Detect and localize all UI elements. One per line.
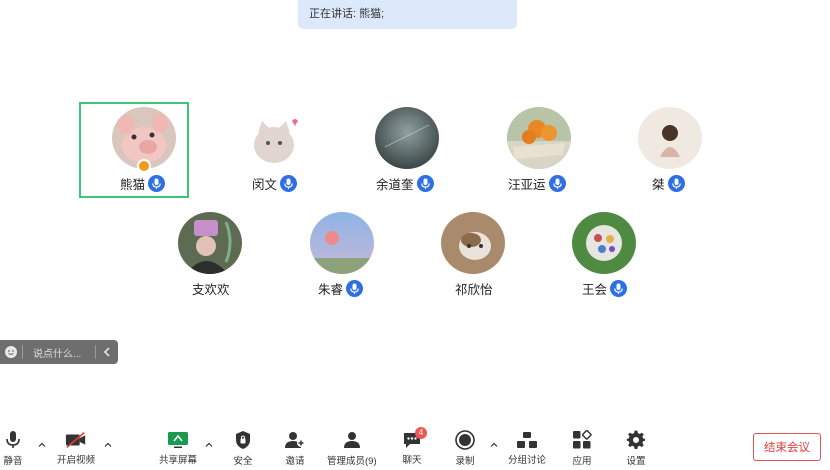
participant-avatar	[310, 212, 374, 274]
share-label: 共享屏幕	[159, 455, 198, 466]
mic-icon	[280, 174, 298, 192]
chat-quick-input[interactable]: 说点什么...	[0, 340, 118, 364]
chevron-up-icon[interactable]	[103, 440, 113, 450]
invite-button[interactable]: 邀请	[284, 430, 306, 467]
security-button[interactable]: 安全	[232, 430, 254, 467]
chevron-left-icon[interactable]	[96, 340, 118, 364]
breakout-rooms-button[interactable]: 分组讨论	[508, 430, 546, 466]
video-button[interactable]: 开启视频	[57, 430, 95, 466]
end-meeting-button[interactable]: 结束会议	[753, 433, 821, 461]
participant-avatar	[441, 212, 505, 274]
breakout-label: 分组讨论	[508, 455, 547, 466]
apps-label: 应用	[572, 456, 592, 467]
apps-button[interactable]: 应用	[571, 430, 593, 467]
participant-name-row: 余道奎	[376, 173, 434, 193]
participant-avatar	[178, 212, 242, 274]
record-button[interactable]: 录制	[454, 430, 476, 467]
participant-name: 余道奎	[376, 177, 414, 192]
chat-icon: 4	[401, 427, 427, 449]
mute-label: 静音	[3, 456, 23, 467]
participant-name: 朱睿	[318, 282, 344, 297]
chat-button[interactable]: 4 聊天	[401, 427, 427, 466]
members-label: 管理成员(9)	[327, 456, 377, 467]
share-screen-button[interactable]: 共享屏幕	[159, 430, 197, 466]
emoji-icon[interactable]	[0, 340, 22, 364]
security-label: 安全	[233, 456, 253, 467]
participant-name-row: 桀	[652, 173, 685, 193]
participant-avatar	[244, 107, 308, 169]
participant-name: 闵文	[252, 177, 278, 192]
participant-avatar	[507, 107, 571, 169]
participant-name: 祁欣怡	[455, 282, 493, 297]
mic-icon	[667, 174, 685, 192]
camera-off-icon	[65, 430, 87, 449]
unread-badge: 4	[415, 427, 427, 439]
host-icon	[137, 159, 151, 173]
speaking-banner: 正在讲话: 熊猫;	[298, 0, 517, 29]
mic-icon	[548, 174, 566, 192]
chevron-up-icon[interactable]	[204, 440, 214, 450]
participant-name-row: 闵文	[252, 173, 298, 193]
chevron-up-icon[interactable]	[37, 440, 47, 450]
participant-name-row: 朱睿	[318, 278, 364, 298]
participant-name-row: 王会	[582, 278, 628, 298]
shield-icon	[232, 430, 254, 450]
participant-name: 熊猫	[120, 177, 146, 192]
apps-icon	[571, 430, 593, 450]
mic-icon	[346, 279, 364, 297]
record-label: 录制	[455, 456, 475, 467]
participant-name-row: 支欢欢	[192, 278, 230, 298]
breakout-icon	[516, 430, 538, 449]
participant-name: 王会	[582, 282, 608, 297]
video-label: 开启视频	[57, 455, 96, 466]
mic-icon	[610, 279, 628, 297]
manage-members-button[interactable]: 管理成员(9)	[327, 430, 377, 467]
meeting-stage: 正在讲话: 熊猫; 熊猫 闵文 余道奎 汪亚运 桀 支欢欢 朱睿 祁欣怡 王会 …	[0, 0, 830, 470]
mute-button[interactable]: 静音	[2, 430, 24, 467]
mic-icon	[416, 174, 434, 192]
microphone-icon	[2, 430, 24, 450]
meeting-toolbar: 静音 开启视频 共享屏幕 安全 邀请 管理成员(9) 4 聊天 录制 分组讨论 …	[0, 420, 830, 470]
participant-avatar	[375, 107, 439, 169]
mic-icon	[148, 174, 166, 192]
participant-avatar	[572, 212, 636, 274]
participant-name: 桀	[652, 177, 665, 192]
settings-button[interactable]: 设置	[625, 430, 647, 467]
gear-icon	[625, 430, 647, 450]
participant-name: 支欢欢	[192, 282, 230, 297]
share-screen-icon	[167, 430, 189, 449]
participant-avatar	[638, 107, 702, 169]
record-icon	[454, 430, 476, 450]
chevron-up-icon[interactable]	[489, 440, 499, 450]
participant-name-row: 汪亚运	[508, 173, 566, 193]
participant-name-row: 熊猫	[120, 173, 166, 193]
invite-label: 邀请	[285, 456, 305, 467]
participant-name: 汪亚运	[508, 177, 546, 192]
add-user-icon	[284, 430, 306, 450]
chat-placeholder[interactable]: 说点什么...	[23, 345, 95, 360]
settings-label: 设置	[626, 456, 646, 467]
chat-label: 聊天	[402, 455, 422, 466]
participant-name-row: 祁欣怡	[455, 278, 493, 298]
members-icon	[341, 430, 363, 450]
